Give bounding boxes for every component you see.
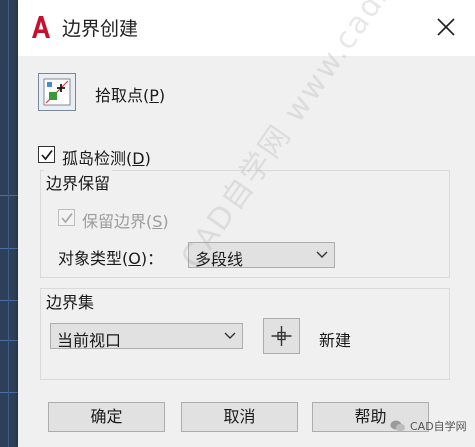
- pick-points-label: 拾取点(P): [95, 86, 166, 105]
- pick-points-icon: [43, 78, 71, 106]
- crosshair-icon: [271, 326, 292, 346]
- boundary-retention-title: 边界保留: [44, 170, 113, 194]
- island-detection-label: 孤岛检测(D): [62, 149, 151, 168]
- object-type-label: 对象类型(O)：: [58, 249, 164, 268]
- wechat-icon: [390, 420, 405, 432]
- autocad-logo-icon: [32, 16, 50, 38]
- chevron-down-icon: [224, 332, 236, 339]
- drawing-line: [8, 0, 9, 447]
- new-boundary-set-button[interactable]: [263, 318, 300, 354]
- boundary-set-value: 当前视口: [57, 331, 122, 350]
- retain-boundaries-label: 保留边界(S): [82, 212, 169, 231]
- checkmark-icon: [41, 149, 53, 161]
- pick-points-button[interactable]: [38, 73, 76, 111]
- title-bar[interactable]: 边界创建: [18, 0, 475, 56]
- cancel-button[interactable]: 取消: [181, 402, 298, 432]
- close-icon[interactable]: [435, 16, 457, 38]
- window-title: 边界创建: [62, 18, 139, 40]
- boundary-set-dropdown[interactable]: 当前视口: [50, 323, 243, 350]
- new-boundary-set-label: 新建: [319, 331, 352, 350]
- corner-watermark-text: CAD自学网: [410, 420, 467, 433]
- ok-button[interactable]: 确定: [48, 402, 165, 432]
- boundary-creation-dialog: 边界创建 拾取点(P) 孤岛检测(D) 边界保留 保留边界(S) 对象类型(O)…: [18, 0, 475, 447]
- checkmark-icon: [61, 212, 73, 224]
- corner-watermark: CAD自学网: [390, 418, 467, 434]
- chevron-down-icon: [316, 251, 328, 258]
- retain-boundaries-checkbox[interactable]: [58, 209, 75, 226]
- boundary-set-title: 边界集: [44, 289, 97, 313]
- island-detection-checkbox[interactable]: [38, 146, 55, 163]
